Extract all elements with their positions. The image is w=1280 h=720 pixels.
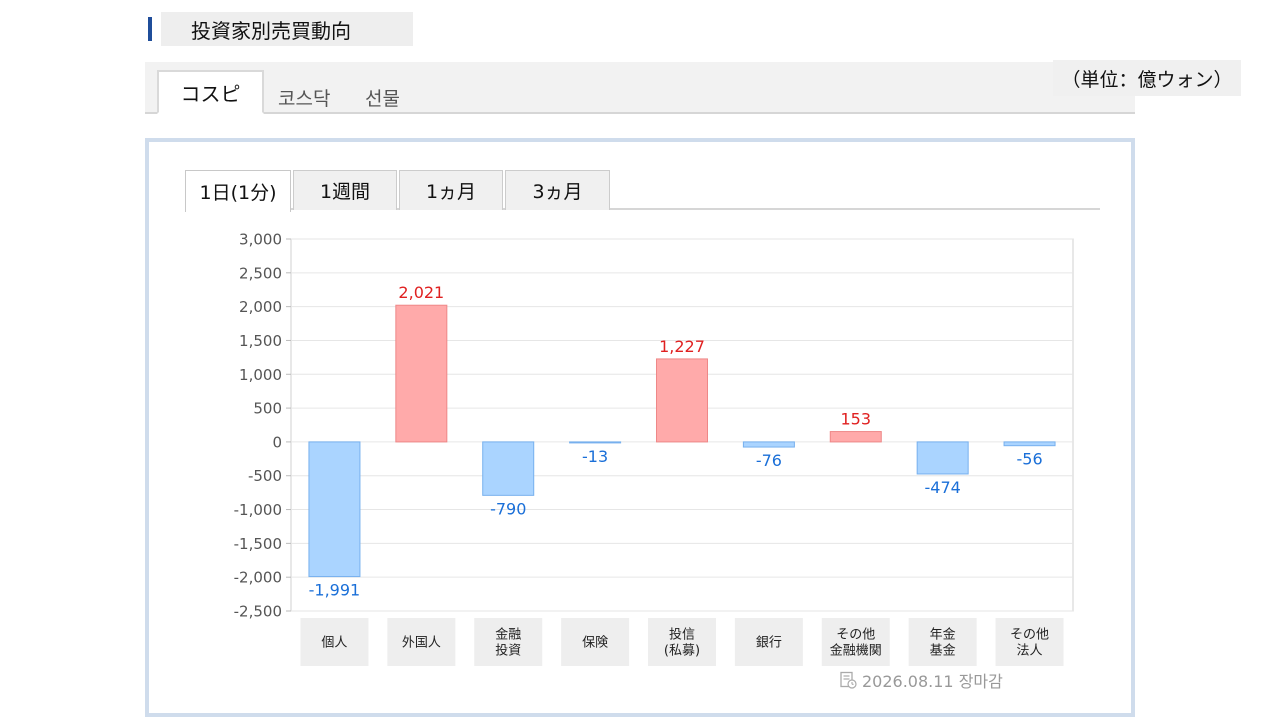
y-tick-label: -1,000: [234, 501, 282, 519]
y-tick-label: 0: [272, 433, 282, 451]
category-label: 金融投資: [495, 627, 521, 659]
investor-bar-chart: 3,000 2,500 2,000 1,500 1,000 500 0 -500 -1,000 -…: [234, 231, 1074, 666]
tab-kospi[interactable]: コスピ: [157, 70, 264, 114]
data-label: -1,991: [309, 581, 361, 600]
section-title: 投資家別売買動向: [161, 12, 413, 46]
category-label: その他金融機関: [830, 628, 882, 659]
tab-kosdaq[interactable]: 코스닥: [278, 84, 330, 114]
bar: [742, 441, 795, 448]
tab-futures[interactable]: 선물: [365, 84, 400, 114]
bar: [1003, 441, 1056, 447]
category-label: 個人: [321, 636, 347, 651]
footer-text: 2026.08.11 장마감: [862, 672, 1003, 691]
bar: [395, 304, 448, 443]
data-label: 153: [841, 410, 872, 429]
y-tick-label: -1,500: [234, 535, 282, 553]
bar: [829, 431, 882, 443]
y-tick-label: 3,000: [239, 231, 282, 249]
market-tabs: コスピ 코스닥 선물: [145, 62, 1135, 114]
data-label: -13: [582, 447, 608, 466]
data-label: -790: [490, 499, 526, 518]
bar: [308, 441, 361, 578]
bar: [482, 441, 535, 496]
footer-timestamp: 2026.08.11 장마감: [839, 668, 1003, 692]
category-label: 投信(私募): [664, 627, 700, 659]
y-tick-label: -500: [248, 467, 282, 485]
category-label: 保険: [582, 636, 608, 651]
bar: [569, 441, 622, 444]
data-label: 1,227: [659, 337, 705, 356]
y-tick-label: 1,000: [239, 366, 282, 384]
y-tick-label: -2,000: [234, 569, 282, 587]
bar: [656, 358, 708, 443]
data-label: -56: [1016, 450, 1042, 469]
category-label: 銀行: [756, 636, 782, 651]
data-label: -76: [756, 451, 782, 470]
document-icon: [840, 671, 857, 689]
bar: [916, 441, 969, 475]
title-accent-bar: [148, 17, 152, 41]
y-tick-label: 500: [253, 400, 282, 418]
y-tick-label: 2,000: [239, 298, 282, 316]
category-label: 年金基金: [930, 627, 956, 659]
chart-panel: 1日(1分) 1週間 1ヵ月 3ヵ月 3,000 2,500 2,000 1,500 1…: [145, 138, 1135, 717]
data-label: 2,021: [398, 283, 444, 302]
y-tick-label: -2,500: [234, 603, 282, 621]
y-tick-label: 2,500: [239, 264, 282, 282]
category-label: 外国人: [402, 636, 441, 651]
y-tick-label: 1,500: [239, 332, 282, 350]
section-header: 投資家別売買動向: [148, 12, 413, 46]
unit-label: （単位：億ウォン）: [1053, 60, 1241, 96]
data-label: -474: [925, 478, 961, 497]
